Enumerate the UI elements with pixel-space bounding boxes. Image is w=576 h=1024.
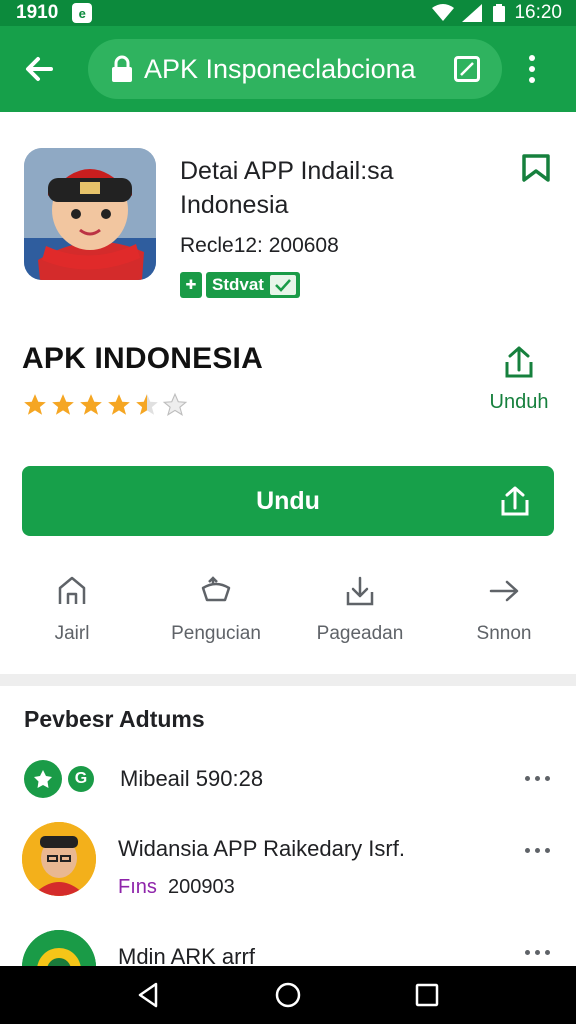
release-info: Recle12: 200608 xyxy=(180,234,339,257)
download-button-label: Undu xyxy=(256,486,320,515)
url-text: APK Insponeclabciona xyxy=(144,53,416,84)
nav-home-icon[interactable] xyxy=(273,980,303,1010)
share-action[interactable]: Unduh xyxy=(486,344,552,414)
status-time-right: 16:20 xyxy=(514,2,562,23)
list-item-subtitle: Fıns 200903 xyxy=(118,876,235,899)
lock-icon xyxy=(112,55,132,82)
rating-stars xyxy=(22,392,188,418)
action-snnon-label: Snnon xyxy=(476,623,532,644)
star-empty-icon xyxy=(162,392,188,416)
nav-recents-icon[interactable] xyxy=(412,980,442,1010)
forward-icon xyxy=(489,580,519,602)
avatar xyxy=(22,822,96,896)
action-pageadan-label: Pageadan xyxy=(316,623,404,644)
list-section-title: Pevbesr Adtums xyxy=(24,706,205,732)
app-name: APK INDONESIA xyxy=(22,342,263,375)
edit-url-icon[interactable] xyxy=(454,56,480,82)
status-bar: 1910 e 16:20 xyxy=(0,0,576,26)
status-time-left: 1910 xyxy=(16,2,59,23)
list-item[interactable]: Mdin ARK arrf xyxy=(0,928,576,968)
avatar xyxy=(22,930,96,968)
list-item[interactable]: Widansia APP Raikedary Isrf. Fıns 200903 xyxy=(0,818,576,908)
star-half-icon xyxy=(136,394,158,415)
nav-back-icon[interactable] xyxy=(134,980,164,1010)
list-item[interactable]: G Mibeail 590:28 xyxy=(0,758,576,802)
star-full-icon xyxy=(80,394,102,415)
battery-icon xyxy=(493,4,506,22)
signal-icon xyxy=(462,4,483,22)
download-button[interactable]: Undu xyxy=(22,466,554,536)
list-item-subtitle-prefix: Fıns xyxy=(118,876,157,898)
list-item-subtitle-value: 200903 xyxy=(168,876,235,898)
share-icon xyxy=(505,346,533,378)
home-icon xyxy=(58,576,86,604)
star-full-icon xyxy=(108,394,130,415)
action-pengucian-label: Pengucian xyxy=(171,623,261,644)
more-options-icon[interactable] xyxy=(525,848,550,853)
verified-badge-icon xyxy=(24,760,62,798)
notification-badge-icon: e xyxy=(72,3,93,23)
system-navigation-bar xyxy=(0,966,576,1024)
upload-icon xyxy=(501,486,529,516)
overflow-menu-button[interactable] xyxy=(522,55,542,83)
arrow-back-icon xyxy=(26,57,53,81)
wifi-icon xyxy=(432,4,455,21)
star-full-icon xyxy=(24,394,46,415)
bookmark-icon xyxy=(522,154,550,182)
app-detail-card: Detai APP Indail:sa Indonesia Recle12: 2… xyxy=(0,112,576,674)
back-button[interactable] xyxy=(14,44,64,94)
check-icon xyxy=(269,275,296,295)
google-badge-icon: G xyxy=(68,766,94,792)
action-snnon[interactable]: Snnon xyxy=(432,574,576,645)
list-item-title: Mibeail 590:28 xyxy=(120,766,264,791)
status-tag-label: Stdvat xyxy=(212,275,264,294)
browser-toolbar: APK Insponeclabciona xyxy=(0,26,576,112)
character-illustration xyxy=(24,148,156,280)
action-row: Jairl Pengucian Pageadan Snnon xyxy=(0,574,576,645)
action-home[interactable]: Jairl xyxy=(0,574,144,645)
action-pengucian[interactable]: Pengucian xyxy=(144,574,288,645)
action-home-label: Jairl xyxy=(54,623,90,644)
verified-small-icon: ✚ xyxy=(180,272,202,298)
more-options-icon[interactable] xyxy=(525,950,550,955)
status-tag: Stdvat xyxy=(206,272,300,298)
more-options-icon[interactable] xyxy=(525,776,550,781)
list-item-title: Mdin ARK arrf xyxy=(118,944,255,968)
bookmark-button[interactable] xyxy=(520,152,552,184)
share-label: Unduh xyxy=(489,391,549,413)
list-item-title: Widansia APP Raikedary Isrf. xyxy=(118,836,405,861)
bookmark-share-icon xyxy=(201,576,231,602)
address-bar[interactable]: APK Insponeclabciona xyxy=(88,39,502,99)
action-pageadan[interactable]: Pageadan xyxy=(288,574,432,645)
app-detail-title: Detai APP Indail:sa Indonesia xyxy=(180,157,394,219)
section-divider xyxy=(0,674,576,686)
app-icon[interactable] xyxy=(24,148,156,280)
star-full-icon xyxy=(52,394,74,415)
download-icon xyxy=(346,576,374,606)
